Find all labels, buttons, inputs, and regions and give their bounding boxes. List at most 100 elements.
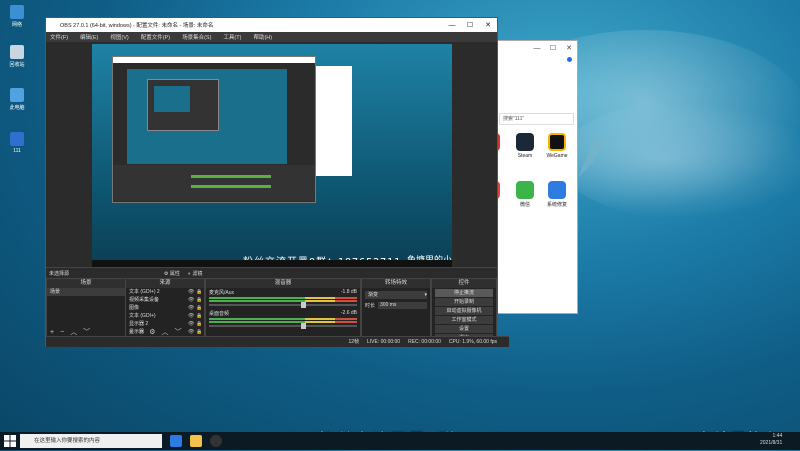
studio-mode-button[interactable]: 工作室模式 [435, 316, 493, 324]
source-item[interactable]: 文本 (GDI+) 👁 🔒 [126, 312, 204, 320]
windows-start-icon[interactable] [4, 435, 16, 447]
nested-obs-preview [112, 56, 316, 203]
controls-dock: 控件 停止推流 开始录制 启动虚拟摄像机 工作室模式 设置 退出 [431, 278, 497, 342]
track-db: -1.8 dB [340, 289, 357, 295]
filters-button[interactable]: ◐ 滤镜 [188, 270, 202, 277]
preview-taskbar [92, 260, 452, 267]
file-explorer-icon[interactable] [190, 435, 202, 447]
search-input[interactable]: 搜索"111" [499, 113, 574, 125]
minimize-icon[interactable]: — [443, 22, 461, 29]
system-repair-icon [548, 181, 566, 199]
computer-icon [10, 88, 24, 102]
desktop-icon-network[interactable]: 网络 [4, 5, 30, 28]
transition-select[interactable]: 渐变 ▾ [365, 291, 427, 299]
obs-icon[interactable] [210, 435, 222, 447]
desktop-icon-file[interactable]: 111 [4, 132, 30, 154]
start-virtual-camera-button[interactable]: 启动虚拟摄像机 [435, 307, 493, 315]
properties-button[interactable]: ⚙ 属性 [164, 270, 180, 277]
sources-header: 来源 [126, 279, 204, 288]
duration-input[interactable]: 300 ms [378, 302, 427, 309]
audio-meter [209, 321, 357, 323]
visibility-icon[interactable]: 👁 [188, 288, 196, 296]
obs-titlebar: OBS 27.0.1 (64-bit, windows) - 配置文件: 未命名… [46, 18, 497, 32]
visibility-icon[interactable]: 👁 [188, 312, 196, 320]
audio-meter [209, 300, 357, 302]
track-name: 麦克风/Aux [209, 290, 235, 296]
settings-button[interactable]: 设置 [435, 325, 493, 333]
maximize-icon[interactable]: ☐ [461, 21, 479, 29]
desktop-icon-recycle-bin[interactable]: 回收站 [4, 45, 30, 68]
system-clock[interactable]: 1:44 2021/8/31 [760, 433, 782, 447]
source-item[interactable]: 图像 👁 🔒 [126, 304, 204, 312]
volume-slider[interactable] [209, 323, 357, 329]
selected-source-label: 未选择源 [49, 271, 70, 277]
source-item[interactable]: 视频采集设备 👁 🔒 [126, 296, 204, 304]
visibility-icon[interactable]: 👁 [188, 304, 196, 312]
lock-icon[interactable]: 🔒 [196, 288, 204, 296]
mixer-track: 麦克风/Aux -1.8 dB [206, 288, 360, 309]
visibility-icon[interactable]: 👁 [188, 320, 196, 328]
audio-meter [209, 297, 357, 299]
source-item[interactable]: 显示器 2 👁 🔒 [126, 320, 204, 328]
live-timer: LIVE: 00:00:00 [367, 339, 401, 345]
sources-dock: 来源 文本 (GDI+) 2 👁 🔒 视频采集设备 👁 🔒 图像 👁 🔒 文本 (GDI+)… [125, 278, 205, 338]
file-icon [10, 132, 24, 146]
taskbar-search-input[interactable]: 在这里输入你要搜索的内容 [20, 434, 162, 448]
obs-window[interactable]: OBS 27.0.1 (64-bit, windows) - 配置文件: 未命名… [45, 17, 509, 347]
dropped-frames: 12帧 [348, 339, 359, 345]
volume-slider[interactable] [209, 302, 357, 308]
menu-edit[interactable]: 编辑(E) [80, 33, 98, 41]
close-icon[interactable]: ✕ [561, 44, 577, 52]
lock-icon[interactable]: 🔒 [196, 304, 204, 312]
obs-title: OBS 27.0.1 (64-bit, windows) - 配置文件: 未命名… [60, 23, 214, 29]
app-wechat[interactable]: 微信 [511, 181, 539, 208]
steam-icon [516, 133, 534, 151]
network-icon [10, 5, 24, 19]
track-db: -2.6 dB [340, 310, 357, 316]
transitions-dock: 转场特效 渐变 ▾ 时长 300 ms [361, 278, 431, 338]
lock-icon[interactable]: 🔒 [196, 296, 204, 304]
start-recording-button[interactable]: 开始录制 [435, 298, 493, 306]
mixer-header: 混音器 [206, 279, 360, 288]
source-toolbar: 未选择源 ⚙ 属性 ◐ 滤镜 [46, 267, 497, 278]
wegame-icon [548, 133, 566, 151]
transitions-header: 转场特效 [362, 279, 430, 288]
desktop-icon-computer[interactable]: 此电脑 [4, 88, 30, 111]
scenes-header: 场景 [47, 279, 125, 288]
menu-profile[interactable]: 配置文件(P) [141, 33, 170, 41]
rec-timer: REC: 00:00:00 [408, 339, 441, 345]
wechat-icon [516, 181, 534, 199]
track-name: 桌面音频 [209, 311, 230, 317]
scene-item[interactable]: 场景 [47, 288, 125, 296]
preview-canvas[interactable]: 、粉丝交流开黑Q群：187652711 鱼塘里的小 [92, 44, 452, 267]
mixer-track: 桌面音频 -2.6 dB [206, 309, 360, 330]
recycle-bin-icon [10, 45, 24, 59]
close-icon[interactable]: ✕ [479, 21, 497, 29]
obs-statusbar: 12帧 LIVE: 00:00:00 REC: 00:00:00 CPU: 1.… [46, 336, 509, 347]
visibility-icon[interactable]: 👁 [188, 296, 196, 304]
lock-icon[interactable]: 🔒 [196, 320, 204, 328]
edge-icon[interactable] [170, 435, 182, 447]
lock-icon[interactable]: 🔒 [196, 312, 204, 320]
cpu-fps: CPU: 1.9%, 60.00 fps [448, 339, 497, 345]
menu-scene-collection[interactable]: 场景集合(S) [182, 33, 211, 41]
menu-view[interactable]: 视图(V) [110, 33, 128, 41]
scenes-dock: 场景 场景 + − ︿ ﹀ [46, 278, 126, 338]
obs-menubar: 文件(F) 编辑(E) 视图(V) 配置文件(P) 场景集合(S) 工具(T) … [46, 32, 497, 42]
app-steam[interactable]: Steam [511, 133, 539, 159]
stop-streaming-button[interactable]: 停止推流 [435, 289, 493, 297]
minimize-icon[interactable]: — [529, 45, 545, 52]
mixer-dock: 混音器 麦克风/Aux -1.8 dB 桌面音频 -2.6 dB [205, 278, 361, 338]
menu-file[interactable]: 文件(F) [50, 33, 68, 41]
app-wegame[interactable]: WeGame [543, 133, 571, 159]
notification-dot [567, 57, 572, 62]
maximize-icon[interactable]: ☐ [545, 44, 561, 52]
menu-help[interactable]: 帮助(H) [253, 33, 272, 41]
menu-tools[interactable]: 工具(T) [223, 33, 241, 41]
nested-secondary-window [316, 66, 352, 176]
source-item[interactable]: 文本 (GDI+) 2 👁 🔒 [126, 288, 204, 296]
app-system-repair[interactable]: 系统修复 [543, 181, 571, 208]
chevron-down-icon: ▾ [424, 292, 427, 298]
controls-header: 控件 [432, 279, 496, 288]
audio-meter [209, 318, 357, 320]
